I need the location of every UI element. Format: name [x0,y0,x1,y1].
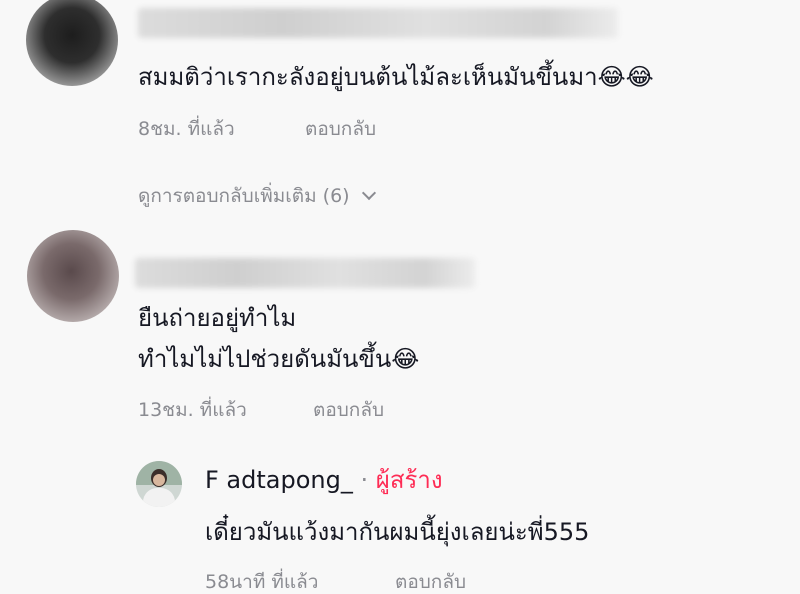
avatar[interactable] [136,461,182,507]
comment-text-line-1: ยืนถ่ายอยู่ทำไม [138,304,297,332]
avatar[interactable] [26,0,118,86]
chevron-down-icon [361,185,376,201]
view-more-label: ดูการตอบกลับเพิ่มเติม (6) [138,185,350,207]
view-more-replies-button[interactable]: ดูการตอบกลับเพิ่มเติม (6) [138,184,376,208]
reply-button[interactable]: ตอบกลับ [395,570,466,594]
avatar[interactable] [27,230,119,322]
comment-timestamp: 13ชม. ที่แล้ว [138,399,247,421]
comment-text: สมมติว่าเรากะลังอยู่บนต้นไม้ละเห็นมันขึ้… [138,63,654,91]
reply-timestamp: 58นาที ที่แล้ว [205,571,319,593]
username[interactable]: F adtapong_ [205,466,353,494]
separator-dot: · [360,466,369,494]
reply-button[interactable]: ตอบกลับ [305,117,376,141]
creator-badge: ผู้สร้าง [375,466,443,494]
blurred-username [138,8,618,38]
blurred-username [135,258,475,288]
reply-text: เดี๋ยวมันแว้งมากันผมนี้ยุ่งเลยน่ะพี่555 [205,518,590,546]
reply-button[interactable]: ตอบกลับ [313,398,384,422]
comment-timestamp: 8ชม. ที่แล้ว [138,118,235,140]
comment-text-line-2: ทำไมไม่ไปช่วยดันมันขึ้น😂 [138,345,420,373]
reply-author: F adtapong_ · ผู้สร้าง [205,465,443,495]
